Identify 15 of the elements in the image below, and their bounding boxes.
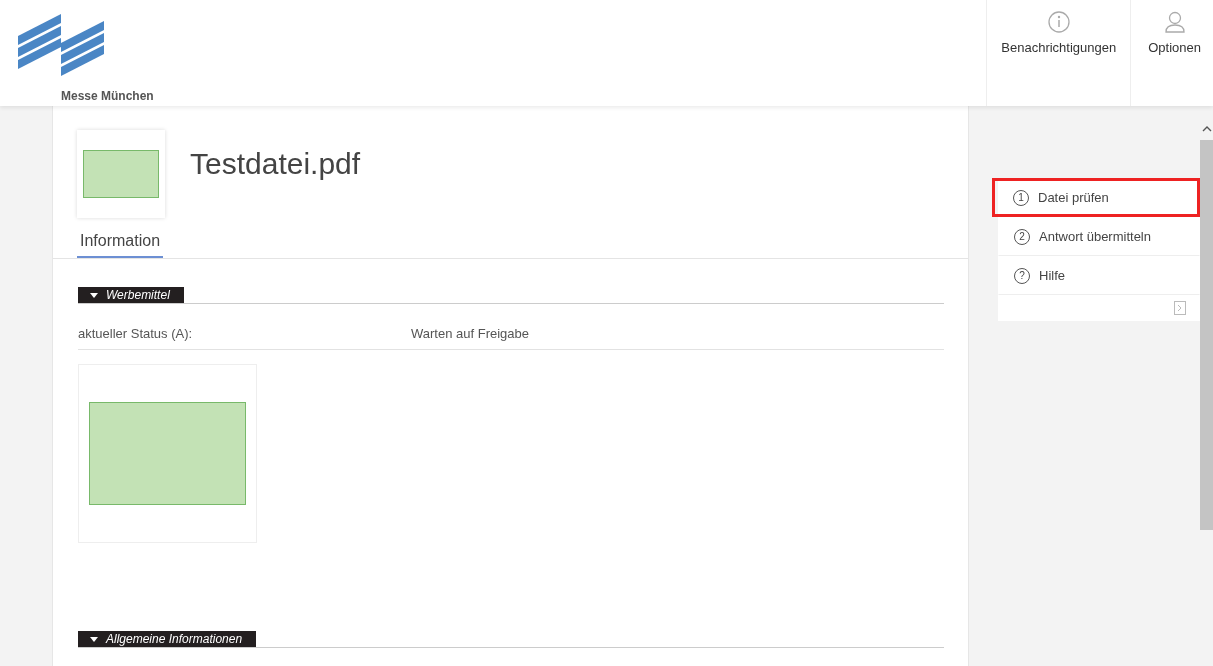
tab[interactable]: Information [77,232,164,258]
step-item[interactable]: 1 Datei prüfen [992,178,1200,217]
nav-button[interactable]: Benachrichtigungen [986,0,1131,106]
field-label: aktueller Status (A): [78,326,194,341]
brand-name: Messe München [61,89,154,103]
collapse-panel-icon[interactable] [1174,301,1186,315]
file-title: Testdatei.pdf [190,147,361,181]
info-icon [1046,10,1071,34]
section-header[interactable]: Werbemittel [78,287,184,303]
section-header[interactable]: Allgemeine Informationen [78,631,257,647]
nav-button[interactable]: Optionen [1130,0,1213,106]
scroll-up-icon[interactable] [1201,126,1212,132]
user-icon [1162,10,1187,34]
scrollbar-thumb[interactable] [1200,140,1213,530]
field-value: Warten auf Freigabe [411,326,530,341]
